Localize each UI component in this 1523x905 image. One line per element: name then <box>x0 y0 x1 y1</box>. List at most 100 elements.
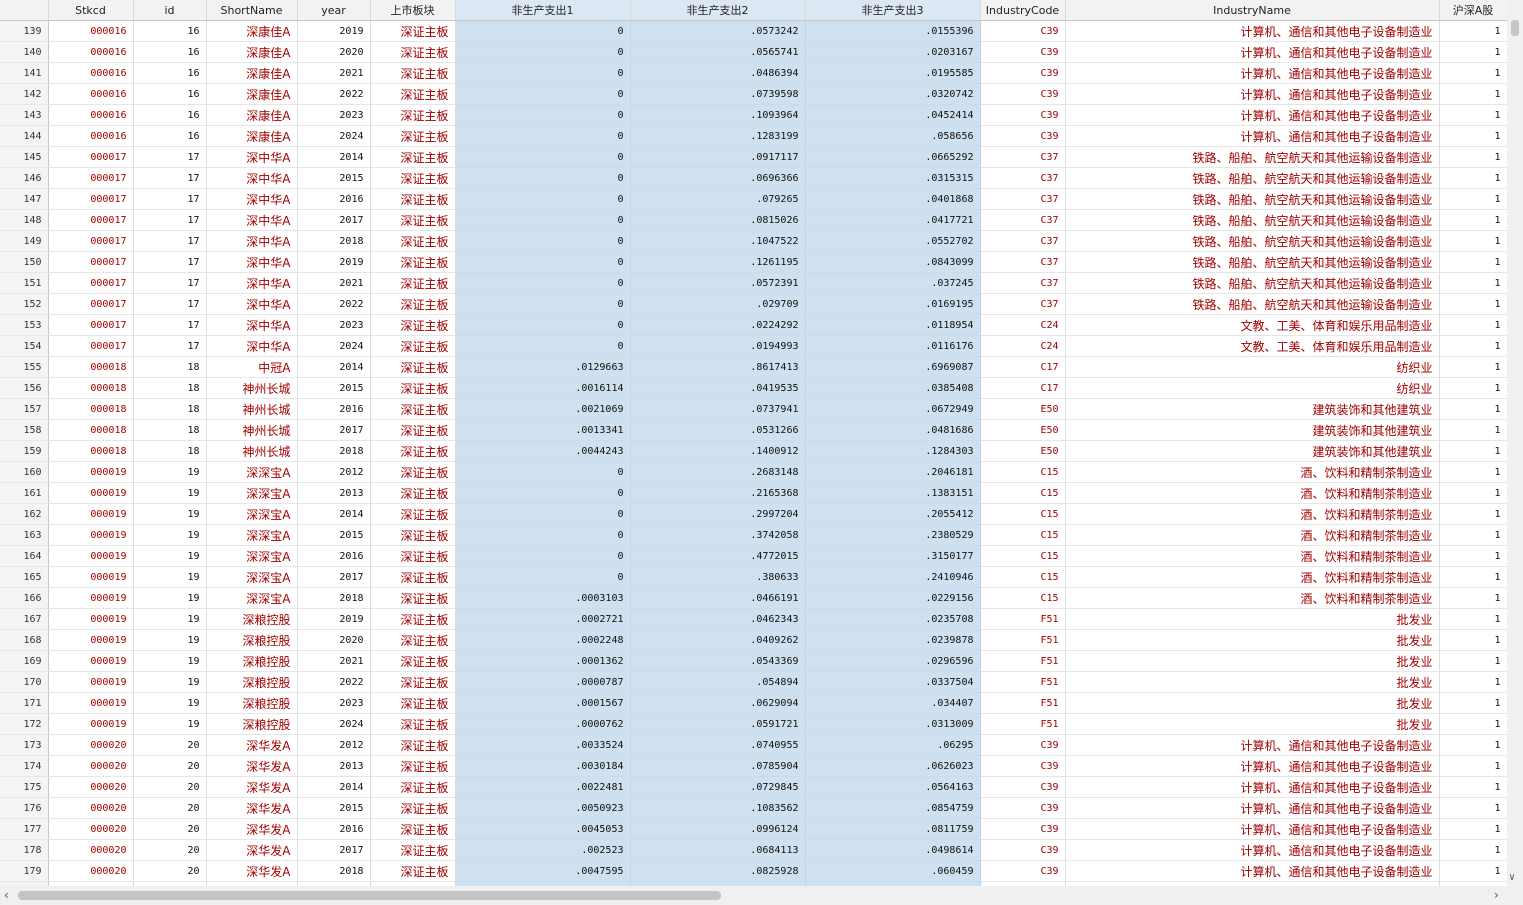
cell-nonprod-exp-1[interactable]: .0047595 <box>455 860 631 882</box>
cell-nonprod-exp-2[interactable]: .0825928 <box>630 860 806 882</box>
cell-a-share[interactable]: 1 <box>1439 125 1507 147</box>
cell-industry-name[interactable]: 纺织业 <box>1065 356 1440 378</box>
cell-nonprod-exp-3[interactable]: .058656 <box>805 125 981 147</box>
table-row[interactable]: 157 000018 18 神州长城 2016 深证主板 .0021069.0737941.… <box>0 398 1507 420</box>
cell-industry-name[interactable]: 铁路、船舶、航空航天和其他运输设备制造业 <box>1065 272 1440 294</box>
cell-nonprod-exp-1[interactable]: 0 <box>455 293 631 315</box>
cell-short-name[interactable]: 深华发A <box>206 776 298 798</box>
row-number[interactable]: 171 <box>0 692 49 714</box>
column-header-a-share[interactable]: 沪深A股 <box>1439 0 1507 21</box>
cell-industry-name[interactable]: 计算机、通信和其他电子设备制造业 <box>1065 860 1440 882</box>
cell-a-share[interactable]: 1 <box>1439 335 1507 357</box>
cell-a-share[interactable]: 1 <box>1439 356 1507 378</box>
cell-year[interactable]: 2015 <box>297 377 371 399</box>
cell-a-share[interactable]: 1 <box>1439 62 1507 84</box>
cell-short-name[interactable]: 神州长城 <box>206 419 298 441</box>
cell-id[interactable]: 19 <box>133 692 207 714</box>
row-number[interactable]: 176 <box>0 797 49 819</box>
cell-id[interactable]: 18 <box>133 398 207 420</box>
cell-listing-board[interactable]: 深证主板 <box>370 377 456 399</box>
cell-a-share[interactable]: 1 <box>1439 209 1507 231</box>
cell-listing-board[interactable]: 深证主板 <box>370 776 456 798</box>
cell-id[interactable]: 19 <box>133 545 207 567</box>
row-number[interactable]: 160 <box>0 461 49 483</box>
cell-listing-board[interactable]: 深证主板 <box>370 146 456 168</box>
cell-industry-name[interactable]: 计算机、通信和其他电子设备制造业 <box>1065 776 1440 798</box>
cell-a-share[interactable]: 1 <box>1439 398 1507 420</box>
cell-listing-board[interactable]: 深证主板 <box>370 545 456 567</box>
cell-nonprod-exp-2[interactable]: .0419535 <box>630 377 806 399</box>
row-number[interactable]: 149 <box>0 230 49 252</box>
cell-a-share[interactable]: 1 <box>1439 482 1507 504</box>
cell-nonprod-exp-2[interactable]: .1283199 <box>630 125 806 147</box>
cell-a-share[interactable]: 1 <box>1439 755 1507 777</box>
row-number[interactable]: 164 <box>0 545 49 567</box>
row-number[interactable]: 152 <box>0 293 49 315</box>
cell-nonprod-exp-2[interactable]: .4772015 <box>630 545 806 567</box>
cell-listing-board[interactable]: 深证主板 <box>370 293 456 315</box>
table-row[interactable]: 153 000017 17 深中华A 2023 深证主板 0.0224292.0118954… <box>0 314 1507 336</box>
cell-industry-code[interactable]: F51 <box>980 713 1066 735</box>
cell-stkcd[interactable]: 000019 <box>48 608 134 630</box>
column-header-stkcd[interactable]: Stkcd <box>48 0 134 21</box>
chevron-left-icon[interactable]: ‹ <box>4 888 9 902</box>
cell-a-share[interactable]: 1 <box>1439 545 1507 567</box>
cell-id[interactable]: 19 <box>133 482 207 504</box>
cell-listing-board[interactable]: 深证主板 <box>370 272 456 294</box>
cell-year[interactable]: 2022 <box>297 671 371 693</box>
cell-nonprod-exp-1[interactable]: 0 <box>455 251 631 273</box>
cell-nonprod-exp-3[interactable]: .0235708 <box>805 608 981 630</box>
table-row[interactable]: 175 000020 20 深华发A 2014 深证主板 .0022481.0729845.… <box>0 776 1507 798</box>
table-row[interactable]: 168 000019 19 深粮控股 2020 深证主板 .0002248.0409262.… <box>0 629 1507 651</box>
cell-id[interactable]: 20 <box>133 797 207 819</box>
cell-nonprod-exp-3[interactable]: .0203167 <box>805 41 981 63</box>
cell-nonprod-exp-1[interactable]: 0 <box>455 524 631 546</box>
cell-nonprod-exp-2[interactable]: .2165368 <box>630 482 806 504</box>
cell-a-share[interactable]: 1 <box>1439 587 1507 609</box>
cell-year[interactable]: 2020 <box>297 629 371 651</box>
cell-nonprod-exp-2[interactable]: .1093964 <box>630 104 806 126</box>
cell-a-share[interactable]: 1 <box>1439 167 1507 189</box>
cell-listing-board[interactable]: 深证主板 <box>370 188 456 210</box>
cell-industry-code[interactable]: C17 <box>980 356 1066 378</box>
cell-listing-board[interactable]: 深证主板 <box>370 41 456 63</box>
cell-stkcd[interactable]: 000020 <box>48 797 134 819</box>
cell-nonprod-exp-2[interactable]: .1261195 <box>630 251 806 273</box>
cell-a-share[interactable]: 1 <box>1439 524 1507 546</box>
cell-industry-name[interactable]: 酒、饮料和精制茶制造业 <box>1065 524 1440 546</box>
cell-listing-board[interactable]: 深证主板 <box>370 713 456 735</box>
cell-id[interactable]: 19 <box>133 524 207 546</box>
cell-industry-name[interactable]: 铁路、船舶、航空航天和其他运输设备制造业 <box>1065 230 1440 252</box>
cell-id[interactable]: 16 <box>133 62 207 84</box>
cell-a-share[interactable]: 1 <box>1439 860 1507 882</box>
cell-nonprod-exp-1[interactable]: .0045053 <box>455 818 631 840</box>
cell-stkcd[interactable]: 000017 <box>48 209 134 231</box>
cell-stkcd[interactable]: 000019 <box>48 566 134 588</box>
cell-stkcd[interactable]: 000016 <box>48 62 134 84</box>
cell-a-share[interactable]: 1 <box>1439 713 1507 735</box>
cell-year[interactable]: 2023 <box>297 692 371 714</box>
cell-industry-code[interactable]: C15 <box>980 545 1066 567</box>
cell-listing-board[interactable]: 深证主板 <box>370 818 456 840</box>
data-grid[interactable]: Stkcd id ShortName year 上市板块 非生产支出1 非生产支出2 非生产支… <box>0 0 1507 886</box>
cell-nonprod-exp-3[interactable]: .0118954 <box>805 314 981 336</box>
row-number[interactable]: 140 <box>0 41 49 63</box>
table-row[interactable]: 144 000016 16 深康佳A 2024 深证主板 0.1283199.058656 C… <box>0 125 1507 147</box>
cell-industry-name[interactable]: 建筑装饰和其他建筑业 <box>1065 440 1440 462</box>
cell-listing-board[interactable]: 深证主板 <box>370 440 456 462</box>
cell-listing-board[interactable]: 深证主板 <box>370 104 456 126</box>
cell-nonprod-exp-1[interactable]: .0016114 <box>455 377 631 399</box>
row-number[interactable]: 177 <box>0 818 49 840</box>
cell-a-share[interactable]: 1 <box>1439 83 1507 105</box>
cell-year[interactable]: 2018 <box>297 860 371 882</box>
cell-nonprod-exp-3[interactable]: .0155396 <box>805 20 981 42</box>
cell-nonprod-exp-2[interactable]: .0462343 <box>630 608 806 630</box>
row-number[interactable]: 157 <box>0 398 49 420</box>
cell-nonprod-exp-3[interactable]: .037245 <box>805 272 981 294</box>
cell-nonprod-exp-2[interactable]: .0737941 <box>630 398 806 420</box>
cell-year[interactable]: 2018 <box>297 440 371 462</box>
cell-nonprod-exp-3[interactable]: .060459 <box>805 860 981 882</box>
cell-nonprod-exp-2[interactable]: .0573242 <box>630 20 806 42</box>
cell-short-name[interactable]: 深康佳A <box>206 41 298 63</box>
cell-nonprod-exp-1[interactable]: .0044243 <box>455 440 631 462</box>
